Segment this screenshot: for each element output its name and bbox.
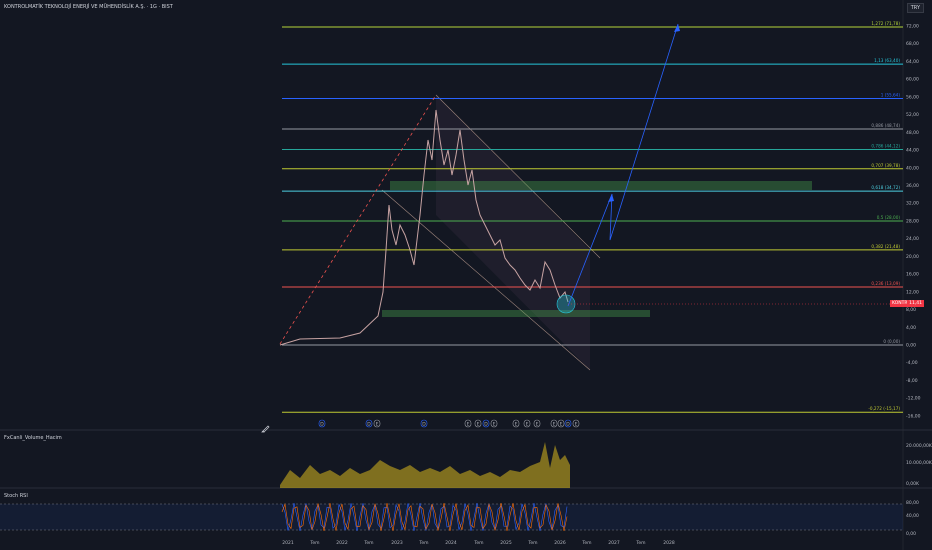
price-axis-tick: 68,00 xyxy=(906,41,919,47)
price-axis-tick: 40,00 xyxy=(906,165,919,171)
price-axis-tick: 4,00 xyxy=(906,325,916,331)
event-marker-label: D xyxy=(566,422,570,428)
fib-level-label: 1,272 (71,78) xyxy=(871,21,900,26)
price-axis-tick: 8,00 xyxy=(906,307,916,313)
arrow-head-icon xyxy=(608,194,614,202)
fib-level-label: -0,272 (-15,17) xyxy=(868,406,900,411)
event-marker-label: D xyxy=(320,422,324,428)
time-axis-label: 2021 xyxy=(282,541,294,546)
event-marker-label: E xyxy=(477,422,480,428)
event-marker-label: E xyxy=(467,422,470,428)
event-marker-label: E xyxy=(553,422,556,428)
event-marker-label: E xyxy=(560,422,563,428)
fib-level-label: 0,5 (28,00) xyxy=(877,215,901,220)
volume-area xyxy=(280,442,570,488)
stoch-axis-tick: 40,00 xyxy=(906,513,919,519)
price-axis-tick: 12,00 xyxy=(906,289,919,295)
arrow-head-icon xyxy=(674,24,680,32)
stoch-axis-tick: 0,00 xyxy=(906,531,916,537)
volume-indicator-label[interactable]: FxCanli_Volume_Hacim xyxy=(4,435,62,441)
projection-arrow xyxy=(567,23,679,307)
currency-button[interactable]: TRY xyxy=(906,3,924,13)
volume-axis-tick: 0,00K xyxy=(906,481,920,487)
time-axis-label: 2026 xyxy=(554,541,566,546)
fib-level-label: 0 (0,00) xyxy=(883,339,900,344)
pencil-icon[interactable] xyxy=(261,418,271,433)
chart-area[interactable]: 72,00 68,00 64,00 60,00 56,00 52,00 48,00 44,00… xyxy=(0,0,932,550)
event-marker-label: E xyxy=(536,422,539,428)
time-axis-label: 2023 xyxy=(391,541,403,546)
price-axis-tick: 56,00 xyxy=(906,94,919,100)
fib-level-label: 0,886 (48,74) xyxy=(871,123,900,128)
fib-level-label: 0,382 (21,48) xyxy=(871,244,900,249)
fib-level-label: 0,618 (34,72) xyxy=(871,185,900,190)
time-axis-label: Tem xyxy=(474,541,484,546)
time-axis-label: 2024 xyxy=(445,541,457,546)
price-axis-tick: 24,00 xyxy=(906,236,919,242)
time-axis-label: Tem xyxy=(582,541,592,546)
event-marker-label: E xyxy=(575,422,578,428)
support-zone xyxy=(382,310,650,317)
event-marker-label: D xyxy=(422,422,426,428)
stoch-rsi-indicator-label[interactable]: Stoch RSI xyxy=(4,493,28,499)
stoch-axis-tick: 80,00 xyxy=(906,500,919,506)
price-axis-tick: 64,00 xyxy=(906,59,919,65)
price-axis-tick: 16,00 xyxy=(906,272,919,278)
price-axis-tick: -4,00 xyxy=(906,360,918,366)
time-axis-label: Tem xyxy=(364,541,374,546)
dashed-trendline xyxy=(279,94,437,345)
volume-axis-tick: 20.000,00K xyxy=(906,443,932,449)
price-axis-tick: 0,00 xyxy=(906,343,916,349)
event-marker-label: E xyxy=(493,422,496,428)
event-marker-label: E xyxy=(515,422,518,428)
price-axis-tick: 20,00 xyxy=(906,254,919,260)
fib-level-label: 0,786 (44,12) xyxy=(871,144,900,149)
event-marker-label: D xyxy=(484,422,488,428)
price-axis-tick: 28,00 xyxy=(906,218,919,224)
price-axis-tick: 48,00 xyxy=(906,130,919,136)
time-axis-label: Tem xyxy=(528,541,538,546)
price-axis-tick: 44,00 xyxy=(906,148,919,154)
price-axis-tick: 32,00 xyxy=(906,201,919,207)
time-axis-label: Tem xyxy=(636,541,646,546)
volume-axis-tick: 10.000,00K xyxy=(906,460,932,466)
chart-canvas[interactable]: 72,00 68,00 64,00 60,00 56,00 52,00 48,00 44,00… xyxy=(0,0,932,550)
resistance-zone xyxy=(390,181,812,190)
price-axis-tick: -8,00 xyxy=(906,378,918,384)
event-marker-label: E xyxy=(376,422,379,428)
fib-level-label: 0,707 (39,78) xyxy=(871,163,900,168)
time-axis-label: 2027 xyxy=(608,541,620,546)
time-axis-label: Tem xyxy=(419,541,429,546)
time-axis-label: Tem xyxy=(310,541,320,546)
fib-level-label: 0,236 (13,09) xyxy=(871,281,900,286)
price-axis-tick: -12,00 xyxy=(906,396,921,402)
price-axis-tick: -16,00 xyxy=(906,413,921,419)
event-marker-label: E xyxy=(526,422,529,428)
time-axis-label: 2025 xyxy=(500,541,512,546)
price-axis-tick: 52,00 xyxy=(906,112,919,118)
time-axis-label: 2022 xyxy=(336,541,348,546)
time-axis-label: 2028 xyxy=(663,541,675,546)
fib-level-label: 1 (55,64) xyxy=(881,92,901,97)
target-circle xyxy=(556,294,576,314)
price-axis-tick: 60,00 xyxy=(906,77,919,83)
event-marker-label: D xyxy=(367,422,371,428)
fib-level-label: 1,13 (63,40) xyxy=(874,58,900,63)
symbol-title: KONTROLMATİK TEKNOLOJİ ENERJİ VE MÜHENDİ… xyxy=(4,4,173,10)
price-axis-tick: 72,00 xyxy=(906,24,919,30)
last-price-badge: 11,41 xyxy=(907,300,924,307)
price-axis-tick: 36,00 xyxy=(906,183,919,189)
